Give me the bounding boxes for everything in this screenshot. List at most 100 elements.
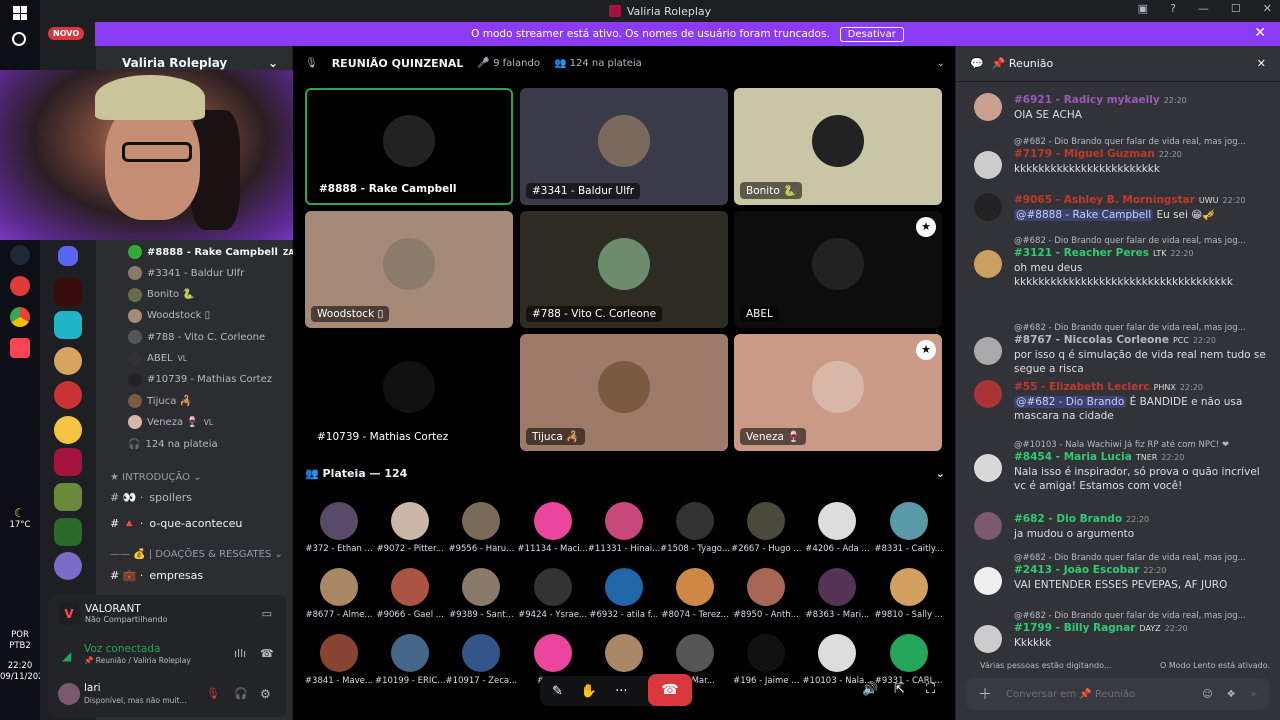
- server-icon[interactable]: [54, 416, 82, 444]
- settings-icon[interactable]: ⚙: [260, 687, 271, 701]
- voice-user[interactable]: Tijuca 🦂: [128, 392, 192, 410]
- search-icon[interactable]: [12, 32, 26, 46]
- emoji-icon[interactable]: ☺: [1202, 689, 1212, 700]
- audience-member[interactable]: #8363 - Mari...: [801, 568, 873, 620]
- author-name[interactable]: #9065 - Ashley B. Morningstar: [1014, 194, 1195, 206]
- mic-off-icon[interactable]: ✎: [552, 684, 563, 699]
- chevron-down-icon[interactable]: ⌄: [937, 58, 945, 69]
- author-name[interactable]: #55 - Elizabeth Leclerc: [1014, 381, 1150, 393]
- avatar[interactable]: [974, 380, 1002, 408]
- chat-input[interactable]: ＋ Conversar em 📌 Reunião ☺ ❖ ➤: [966, 678, 1270, 710]
- audience-member[interactable]: #8331 - Caitly...: [873, 502, 945, 554]
- screen-share-icon[interactable]: ▭: [262, 607, 272, 620]
- audience-member[interactable]: #10103 - Nala...: [801, 634, 873, 686]
- disable-streamer-button[interactable]: Desativar: [839, 26, 904, 42]
- disconnect-icon[interactable]: ☎: [260, 647, 274, 660]
- server-icon[interactable]: [54, 347, 82, 375]
- speaker-tile[interactable]: #8888 - Rake Campbell: [305, 88, 513, 205]
- category-introducao[interactable]: ★ INTRODUÇÃO ⌄: [110, 472, 202, 483]
- platea-header[interactable]: 👥 Plateia — 124 ⌄: [305, 465, 945, 481]
- audience-member[interactable]: #1508 - Tyago...: [659, 502, 731, 554]
- voice-connected[interactable]: Voz conectada: [84, 643, 160, 655]
- hangup-button[interactable]: ☎: [648, 674, 692, 706]
- send-icon[interactable]: ➤: [1250, 689, 1258, 700]
- audience-member[interactable]: #9424 - Ysrae...: [517, 568, 589, 620]
- avatar[interactable]: [974, 151, 1002, 179]
- server-icon[interactable]: [54, 483, 82, 511]
- chat-message[interactable]: #55 - Elizabeth Leclerc PHNX 22:20 @#682 - …: [974, 380, 1270, 423]
- audience-member[interactable]: #9331 - CARL...: [873, 634, 945, 686]
- category-doacoes[interactable]: —— 💰 | DOAÇÕES & RESGATES ⌄: [110, 549, 283, 560]
- reply-preview[interactable]: @#682 - Dio Brando quer falar de vida re…: [1014, 611, 1270, 621]
- avatar[interactable]: [974, 454, 1002, 482]
- audience-member[interactable]: #9556 - Haru...: [445, 502, 517, 554]
- steam-icon[interactable]: [10, 245, 30, 265]
- chat-message[interactable]: @#682 - Dio Brando quer falar de vida re…: [974, 323, 1270, 376]
- speaker-tile[interactable]: ABEL ★: [734, 211, 942, 328]
- audience-member[interactable]: #8950 - Anth...: [730, 568, 802, 620]
- audience-member[interactable]: #9072 - Pitter...: [374, 502, 446, 554]
- close-button[interactable]: ✕: [1263, 2, 1272, 15]
- author-name[interactable]: #8767 - Niccolas Corleone: [1014, 334, 1169, 346]
- popout-icon[interactable]: ⇱: [894, 682, 905, 697]
- server-icon-valiria[interactable]: [54, 448, 82, 476]
- speaker-tile[interactable]: Tijuca 🦂: [520, 334, 728, 451]
- speaker-tile[interactable]: #10739 - Mathias Cortez: [305, 334, 513, 451]
- clock-date[interactable]: 09/11/2025: [0, 672, 49, 683]
- chrome-icon[interactable]: [10, 307, 30, 327]
- reply-preview[interactable]: @#10103 - Nala Wachiwi Já fiz RP até com…: [1014, 440, 1270, 450]
- audience-member[interactable]: #372 - Ethan ...: [303, 502, 375, 554]
- close-banner-icon[interactable]: ✕: [1254, 25, 1266, 41]
- apps-icon[interactable]: ❖: [1227, 689, 1236, 700]
- avatar[interactable]: [58, 683, 80, 705]
- mention[interactable]: @#682 - Dio Brando: [1014, 396, 1127, 408]
- avatar[interactable]: [974, 250, 1002, 278]
- author-name[interactable]: #2413 - João Escobar: [1014, 564, 1139, 576]
- speaker-tile[interactable]: #788 - Vito C. Corleone: [520, 211, 728, 328]
- chat-message[interactable]: #6921 - Radicy mykaelly 22:20 OIA SE ACHA: [974, 93, 1270, 122]
- mute-icon[interactable]: 🎙: [206, 687, 220, 700]
- audience-member[interactable]: #2667 - Hugo ...: [730, 502, 802, 554]
- audience-member[interactable]: #10199 - ERIC...: [374, 634, 446, 686]
- audience-member[interactable]: #9389 - Sant...: [445, 568, 517, 620]
- author-name[interactable]: #8454 - Maria Lucia: [1014, 451, 1132, 463]
- chat-message[interactable]: @#10103 - Nala Wachiwi Já fiz RP até com…: [974, 440, 1270, 493]
- server-icon[interactable]: [54, 552, 82, 580]
- chat-message[interactable]: @#682 - Dio Brando quer falar de vida re…: [974, 236, 1270, 289]
- chat-message[interactable]: @#682 - Dio Brando quer falar de vida re…: [974, 137, 1270, 179]
- author-name[interactable]: #1799 - Billy Ragnar: [1014, 622, 1135, 634]
- voice-user[interactable]: Bonito 🐍: [128, 286, 195, 304]
- audience-member[interactable]: #4206 - Ada ...: [801, 502, 873, 554]
- server-icon[interactable]: [58, 246, 78, 266]
- chat-message[interactable]: @#682 - Dio Brando quer falar de vida re…: [974, 553, 1270, 595]
- channel-empresas[interactable]: # 💼 · empresas: [110, 569, 203, 582]
- volume-icon[interactable]: 🔊: [862, 682, 878, 697]
- platea-count[interactable]: 🎧 124 na plateia: [128, 435, 218, 453]
- audience-member[interactable]: #196 - Jaime ...: [730, 634, 802, 686]
- keyboard-lang[interactable]: POR: [0, 630, 40, 641]
- fullscreen-icon[interactable]: ⛶: [926, 682, 935, 697]
- server-icon[interactable]: [54, 278, 82, 306]
- channel-o-que-aconteceu[interactable]: # 🔺 · o-que-aconteceu: [110, 517, 242, 530]
- username[interactable]: lari: [84, 682, 101, 694]
- speaker-tile[interactable]: Veneza 🍷 ★: [734, 334, 942, 451]
- voice-user[interactable]: Veneza 🍷 VL: [128, 413, 213, 431]
- reply-preview[interactable]: @#682 - Dio Brando quer falar de vida re…: [1014, 323, 1270, 333]
- inbox-icon[interactable]: ▣: [1138, 2, 1148, 15]
- speaker-tile[interactable]: #3341 - Baldur Ulfr: [520, 88, 728, 205]
- voice-user[interactable]: #8888 - Rake Campbell ZAC: [128, 243, 300, 261]
- soundboard-icon[interactable]: ıllı: [234, 647, 246, 660]
- audience-member[interactable]: [588, 634, 660, 676]
- audience-member[interactable]: #11331 - Hinai...: [588, 502, 660, 554]
- help-icon[interactable]: ?: [1170, 2, 1176, 15]
- maximize-button[interactable]: ☐: [1231, 2, 1241, 15]
- add-icon[interactable]: ＋: [978, 684, 992, 704]
- more-icon[interactable]: ···: [615, 684, 627, 699]
- speaker-tile[interactable]: Woodstock ▯: [305, 211, 513, 328]
- author-name[interactable]: #7179 - Miguel Guzman: [1014, 148, 1155, 160]
- avatar[interactable]: [974, 337, 1002, 365]
- reply-preview[interactable]: @#682 - Dio Brando quer falar de vida re…: [1014, 236, 1270, 246]
- voice-user[interactable]: #788 - Vito C. Corleone: [128, 328, 265, 346]
- speaker-tile[interactable]: Bonito 🐍: [734, 88, 942, 205]
- clock-time[interactable]: 22:20: [0, 661, 40, 672]
